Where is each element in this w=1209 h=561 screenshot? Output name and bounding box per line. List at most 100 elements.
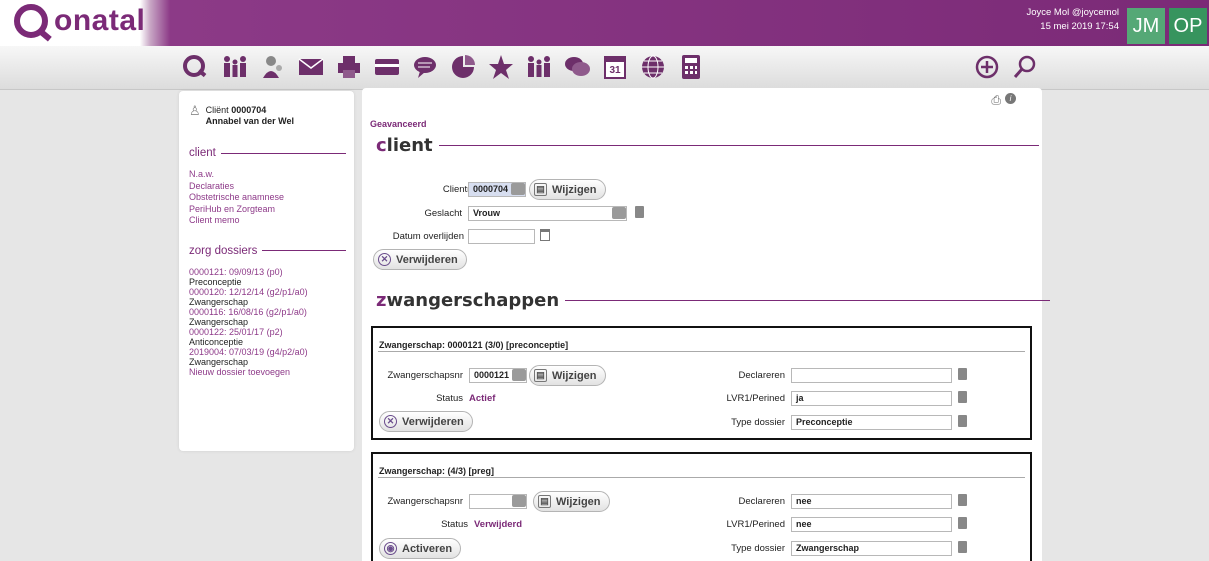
- client-number: 0000704: [231, 105, 267, 115]
- dossier-link[interactable]: 2019004: 07/03/19 (g4/p2/a0): [189, 347, 346, 357]
- client-label: Cliënt: [205, 105, 229, 115]
- picker-icon[interactable]: [511, 183, 525, 195]
- wijzigen-client-button[interactable]: ▤ Wijzigen: [529, 179, 606, 200]
- picker-icon[interactable]: [612, 207, 626, 219]
- type-dossier-label: Type dossier: [731, 543, 785, 554]
- type-dossier-field[interactable]: Zwangerschap: [791, 541, 952, 556]
- declareren-field[interactable]: [791, 368, 952, 383]
- wijzigen-pregnancy-button[interactable]: ▤ Wijzigen: [533, 491, 610, 512]
- note-icon[interactable]: [958, 368, 967, 380]
- main-toolbar: 31: [0, 46, 1209, 90]
- info-icon[interactable]: i: [1005, 93, 1016, 104]
- verwijderen-client-button[interactable]: ✕ Verwijderen: [373, 249, 467, 270]
- onatal-logo[interactable]: onatal: [14, 4, 145, 38]
- user-name: Joyce Mol @joycemol: [1026, 7, 1119, 18]
- dossier-link[interactable]: 0000120: 12/12/14 (g2/p1/a0): [189, 287, 346, 297]
- link-naw[interactable]: N.a.w.: [189, 169, 346, 181]
- note-icon[interactable]: [958, 415, 967, 427]
- note-icon[interactable]: [958, 391, 967, 403]
- picker-icon[interactable]: [512, 369, 526, 381]
- home-q-icon[interactable]: [180, 52, 210, 82]
- declareren-field[interactable]: nee: [791, 494, 952, 509]
- print-icon[interactable]: [334, 52, 364, 82]
- declareren-label: Declareren: [738, 370, 785, 381]
- activeren-button[interactable]: ◉ Activeren: [379, 538, 462, 559]
- dossier-link[interactable]: 0000122: 25/01/17 (p2): [189, 327, 346, 337]
- lvr-field[interactable]: nee: [791, 517, 952, 532]
- client-section-title: client: [189, 147, 346, 159]
- remove-icon: ✕: [378, 253, 391, 266]
- geslacht-field[interactable]: Vrouw: [468, 206, 627, 221]
- dossier-item: 0000120: 12/12/14 (g2/p1/a0) Zwangerscha…: [189, 287, 346, 307]
- client-heading: c lient: [376, 135, 1039, 156]
- dossier-link[interactable]: 0000116: 16/08/16 (g2/p1/a0): [189, 307, 346, 317]
- globe-icon[interactable]: [638, 52, 668, 82]
- pregnancy-title: Zwangerschap: 0000121 (3/0) [preconcepti…: [379, 340, 569, 350]
- pie-chart-icon[interactable]: [448, 52, 478, 82]
- status-value: Verwijderd: [474, 519, 523, 530]
- link-perihub[interactable]: PeriHub en Zorgteam: [189, 204, 346, 216]
- card-icon[interactable]: [372, 52, 402, 82]
- family-icon[interactable]: [220, 52, 250, 82]
- calendar-31-icon[interactable]: 31: [600, 52, 630, 82]
- dossier-item: 2019004: 07/03/19 (g4/p2/a0) Zwangerscha…: [189, 347, 346, 367]
- practice-tile[interactable]: OP: [1169, 8, 1207, 44]
- user-initials-tile[interactable]: JM: [1127, 8, 1165, 44]
- note-icon[interactable]: [958, 494, 967, 506]
- client-header: ♙ Cliënt 0000704 Annabel van der Wel: [189, 103, 346, 127]
- dossier-type: Preconceptie: [189, 276, 242, 287]
- current-datetime: 15 mei 2019 17:54: [1040, 21, 1119, 32]
- type-dossier-field[interactable]: Preconceptie: [791, 415, 952, 430]
- chat-icon[interactable]: [562, 52, 592, 82]
- print-icon[interactable]: ⎙: [991, 93, 1001, 108]
- dossier-type: Zwangerschap: [189, 316, 249, 327]
- save-icon: ▤: [538, 495, 551, 508]
- dossier-type: Zwangerschap: [189, 356, 249, 367]
- remove-icon: ✕: [384, 415, 397, 428]
- note-icon[interactable]: [958, 541, 967, 553]
- picker-icon[interactable]: [512, 495, 526, 507]
- advanced-link[interactable]: Geavanceerd: [370, 119, 427, 129]
- dossier-item: 0000121: 09/09/13 (p0) Preconceptie: [189, 267, 346, 287]
- calendar-icon[interactable]: [540, 229, 550, 241]
- lvr-field[interactable]: ja: [791, 391, 952, 406]
- link-obstetrische-anamnese[interactable]: Obstetrische anamnese: [189, 192, 346, 204]
- pregnancies-heading: z wangerschappen: [376, 290, 1051, 311]
- declareren-label: Declareren: [738, 496, 785, 507]
- add-dossier-link[interactable]: Nieuw dossier toevoegen: [189, 367, 346, 379]
- dossier-item: 0000116: 16/08/16 (g2/p1/a0) Zwangerscha…: [189, 307, 346, 327]
- status-label: Status: [441, 519, 468, 530]
- logo-q-icon: [14, 4, 48, 38]
- client-sidebar: ♙ Cliënt 0000704 Annabel van der Wel cli…: [179, 91, 354, 451]
- datum-overlijden-field[interactable]: [468, 229, 535, 244]
- dossiers-section-title: zorg dossiers: [189, 245, 346, 257]
- panel-actions: ⎙ i: [991, 93, 1016, 108]
- note-icon[interactable]: [635, 206, 644, 218]
- zwangerschapsnr-label: Zwangerschapsnr: [387, 496, 463, 507]
- dossier-link[interactable]: 0000121: 09/09/13 (p0): [189, 267, 346, 277]
- client-links: N.a.w. Declaraties Obstetrische anamnese…: [189, 169, 346, 227]
- pregnancy-card: Zwangerschap: 0000121 (3/0) [preconcepti…: [371, 326, 1032, 440]
- dossier-item: 0000122: 25/01/17 (p2) Anticonceptie: [189, 327, 346, 347]
- main-panel: ⎙ i Geavanceerd client Clientnummer 0000…: [362, 88, 1051, 561]
- search-icon[interactable]: [1010, 52, 1040, 82]
- chat-bubble-icon[interactable]: [410, 52, 440, 82]
- client-icon[interactable]: [258, 52, 288, 82]
- family-icon-2[interactable]: [524, 52, 554, 82]
- link-declaraties[interactable]: Declaraties: [189, 181, 346, 193]
- save-icon: ▤: [534, 183, 547, 196]
- link-client-memo[interactable]: Client memo: [189, 215, 346, 227]
- wijzigen-pregnancy-button[interactable]: ▤ Wijzigen: [529, 365, 606, 386]
- logo-text: onatal: [54, 4, 146, 37]
- save-icon: ▤: [534, 369, 547, 382]
- add-icon[interactable]: [972, 52, 1002, 82]
- eye-icon: ◉: [384, 542, 397, 555]
- calculator-icon[interactable]: [676, 52, 706, 82]
- mail-icon[interactable]: [296, 52, 326, 82]
- note-icon[interactable]: [958, 517, 967, 529]
- svg-text:31: 31: [609, 65, 621, 76]
- pregnancy-card: Zwangerschap: (4/3) [preg] Zwangerschaps…: [371, 452, 1032, 561]
- top-bar: onatal Joyce Mol @joycemol 15 mei 2019 1…: [0, 0, 1209, 46]
- verwijderen-pregnancy-button[interactable]: ✕ Verwijderen: [379, 411, 473, 432]
- star-icon[interactable]: [486, 52, 516, 82]
